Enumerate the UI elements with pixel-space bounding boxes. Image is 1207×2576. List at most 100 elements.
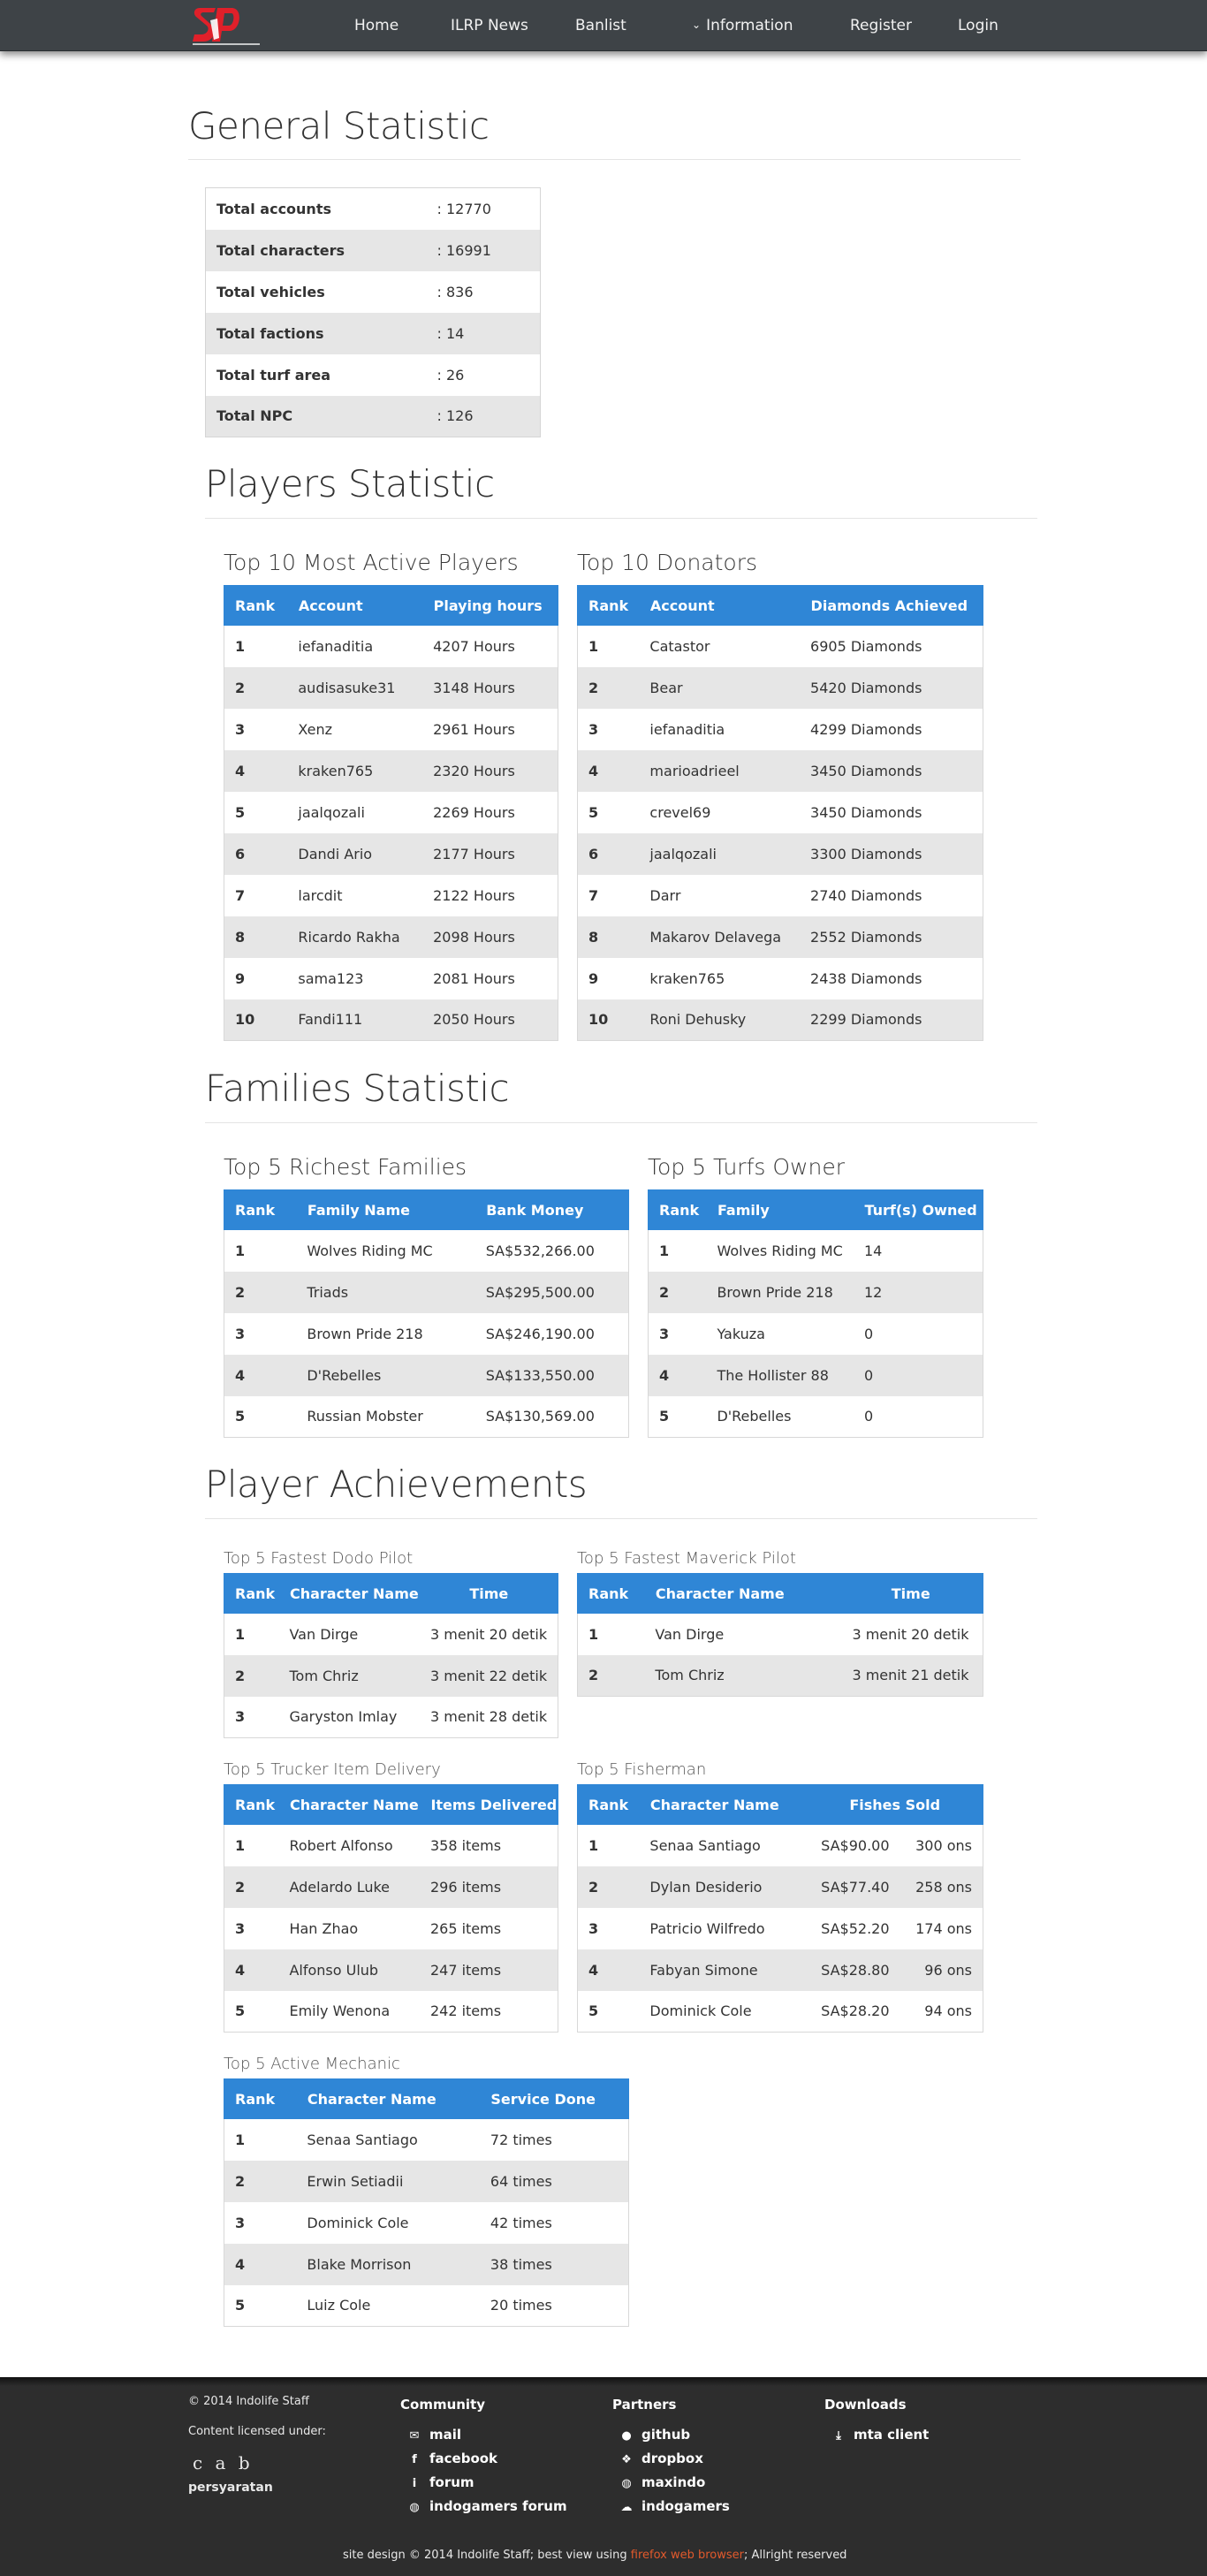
table-row: 8 Makarov Delavega 2552 Diamonds [577, 916, 983, 958]
table-cell: Tom Chriz [278, 1654, 421, 1697]
footer-link-maxindo[interactable]: ◍ maxindo [619, 2474, 705, 2490]
active-players-table: Rank Account Playing hours 1 iefanaditia 4207… [224, 585, 559, 1041]
table-cell: Senaa Santiago [307, 2131, 418, 2148]
footer-link-facebook[interactable]: f facebook [407, 2451, 497, 2466]
nav-login[interactable]: Login [958, 17, 998, 34]
nav-register[interactable]: Register [850, 17, 912, 34]
rank-cell: 2 [577, 1866, 640, 1908]
table-row: 1 Van Dirge 3 menit 20 detik [578, 1614, 983, 1655]
table-row: 7 Darr 2740 Diamonds [578, 875, 983, 916]
table-cell: Tom Chriz [644, 1654, 839, 1697]
column-header: Character Name [295, 2078, 481, 2119]
fisherman-table: Rank Character Name Fishes Sold 1 Senaa Sant… [577, 1784, 983, 2033]
table-cell: 242 items [429, 2002, 502, 2020]
table-cell: 2299 Diamonds [800, 999, 983, 1041]
table-row: 1 Robert Alfonso 358 items [224, 1825, 558, 1866]
footer-terms-link[interactable]: persyaratan [188, 2481, 273, 2495]
table-cell: 72 times [490, 2131, 552, 2148]
table-cell: 3 menit 20 detik [430, 1625, 548, 1643]
table-body: 1 Senaa Santiago SA$90.00 300 ons 2 Dylan Des… [577, 1825, 983, 2033]
table-row: 5 Emily Wenona 242 items [224, 1991, 558, 2033]
table-cell: 42 times [490, 2214, 552, 2231]
rank-cell: 9 [588, 969, 599, 987]
table-cell: sama123 [298, 969, 364, 987]
column-header: Rank [224, 585, 288, 626]
firefox-link[interactable]: firefox web browser [631, 2549, 744, 2562]
table-cell: Roni Dehusky [639, 999, 801, 1041]
footer-link-github[interactable]: ● github [619, 2427, 690, 2443]
table-row: 4 Blake Morrison 38 times [224, 2243, 629, 2285]
nav-banlist[interactable]: Banlist [575, 17, 626, 34]
table-header: Rank Character Name Time [577, 1573, 983, 1614]
table-cell: Russian Mobster [307, 1408, 423, 1425]
stat-value: : 12770 [436, 200, 491, 217]
table-body: 1 Van Dirge 3 menit 20 detik 2 Tom Chriz 3 me… [224, 1614, 558, 1738]
rank-cell: 3 [235, 2214, 246, 2231]
table-cell: kraken765 [649, 969, 725, 987]
active-players-title: Top 10 Most Active Players [224, 550, 519, 575]
globe-icon: ◍ [409, 2501, 420, 2514]
table-cell: 247 items [419, 1949, 558, 1991]
rank-cell: 4 [577, 1949, 640, 1991]
table-cell: 3450 Diamonds [800, 749, 983, 792]
stat-label: Total accounts [216, 200, 331, 217]
rank-cell: 1 [235, 1625, 246, 1643]
footer-bottom-post: ; Allright reserved [744, 2549, 847, 2562]
table-cell: 2098 Hours [422, 916, 558, 958]
footer-link-label: facebook [429, 2451, 498, 2466]
stat-label: Total turf area [216, 366, 331, 384]
column-header: Rank [224, 2078, 297, 2119]
nav-information[interactable]: ⌄ Information [692, 17, 793, 34]
table-row: 1 Senaa Santiago SA$90.00 300 ons [578, 1825, 983, 1866]
general-title: General Statistic [188, 104, 490, 148]
footer-link-indogamers-forum[interactable]: ◍ indogamers forum [407, 2498, 566, 2514]
table-cell: Luiz Cole [307, 2297, 371, 2314]
table-cell: Han Zhao [289, 1919, 359, 1937]
footer-link-dropbox[interactable]: ❖ dropbox [619, 2451, 703, 2466]
rank-cell: 1 [235, 1242, 246, 1259]
stat-label: Total characters [205, 229, 427, 271]
stat-label: Total vehicles [216, 283, 325, 300]
header-row: Rank Family Turf(s) Owned [648, 1189, 983, 1230]
table-cell: jaalqozali [639, 832, 801, 875]
footer-link-indogamers[interactable]: ☁ indogamers [619, 2498, 730, 2514]
table-cell: 3 menit 20 detik [852, 1625, 969, 1643]
table-cell: jaalqozali [298, 803, 365, 821]
table-row: 3 Brown Pride 218 SA$246,190.00 [224, 1313, 629, 1355]
richest-table: Rank Family Name Bank Money 1 Wolves Riding … [224, 1189, 629, 1438]
mechanic-table: Rank Character Name Service Done 1 Senaa San… [224, 2078, 629, 2327]
table-cell: Fabyan Simone [639, 1949, 807, 1991]
table-cell: 2081 Hours [433, 969, 515, 987]
column-header: Rank [577, 1784, 640, 1825]
nav-news[interactable]: ILRP News [451, 17, 528, 34]
rank-cell: 2 [224, 1654, 279, 1697]
rank-cell: 3 [235, 1708, 246, 1726]
column-header: Fishes Sold [806, 1784, 983, 1825]
footer-link-forum[interactable]: i forum [407, 2474, 474, 2490]
cloud-icon: ☁ [620, 2501, 633, 2514]
column-header: Rank [224, 1784, 279, 1825]
site-logo[interactable] [191, 3, 262, 49]
table-cell: 3 menit 21 detik [838, 1654, 983, 1697]
rank-cell: 2 [224, 2160, 297, 2202]
table-cell: 14 [863, 1242, 883, 1259]
cc-license-icon[interactable]: c a b [193, 2452, 254, 2473]
table-cell: Dylan Desiderio [639, 1866, 807, 1908]
table-row: 10 Fandi111 2050 Hours [224, 999, 558, 1041]
header-row: Rank Character Name Fishes Sold [577, 1784, 983, 1825]
nav-home[interactable]: Home [354, 17, 399, 34]
column-header: Account [638, 585, 801, 626]
footer: © 2014 Indolife Staff Content licensed u… [0, 2377, 1207, 2576]
footer-link-mail[interactable]: ✉ mail [407, 2427, 462, 2443]
footer-link-mta-client[interactable]: ⤓ mta client [831, 2427, 929, 2443]
table-cell: Yakuza [717, 1325, 765, 1342]
column-header: Turf(s) Owned [853, 1189, 983, 1230]
table-cell: 38 times [479, 2243, 629, 2285]
table-cell: SA$295,500.00 [474, 1271, 629, 1313]
table-row: 2 Tom Chriz 3 menit 22 detik [224, 1654, 558, 1697]
table-cell: 265 items [429, 1919, 502, 1937]
table-header: Rank Family Turf(s) Owned [648, 1189, 983, 1230]
column-header: Service Done [479, 2078, 629, 2119]
table-body: 1 Wolves Riding MC SA$532,266.00 2 Triads SA$… [224, 1230, 629, 1438]
general-row: Total factions: 14 [205, 312, 541, 354]
